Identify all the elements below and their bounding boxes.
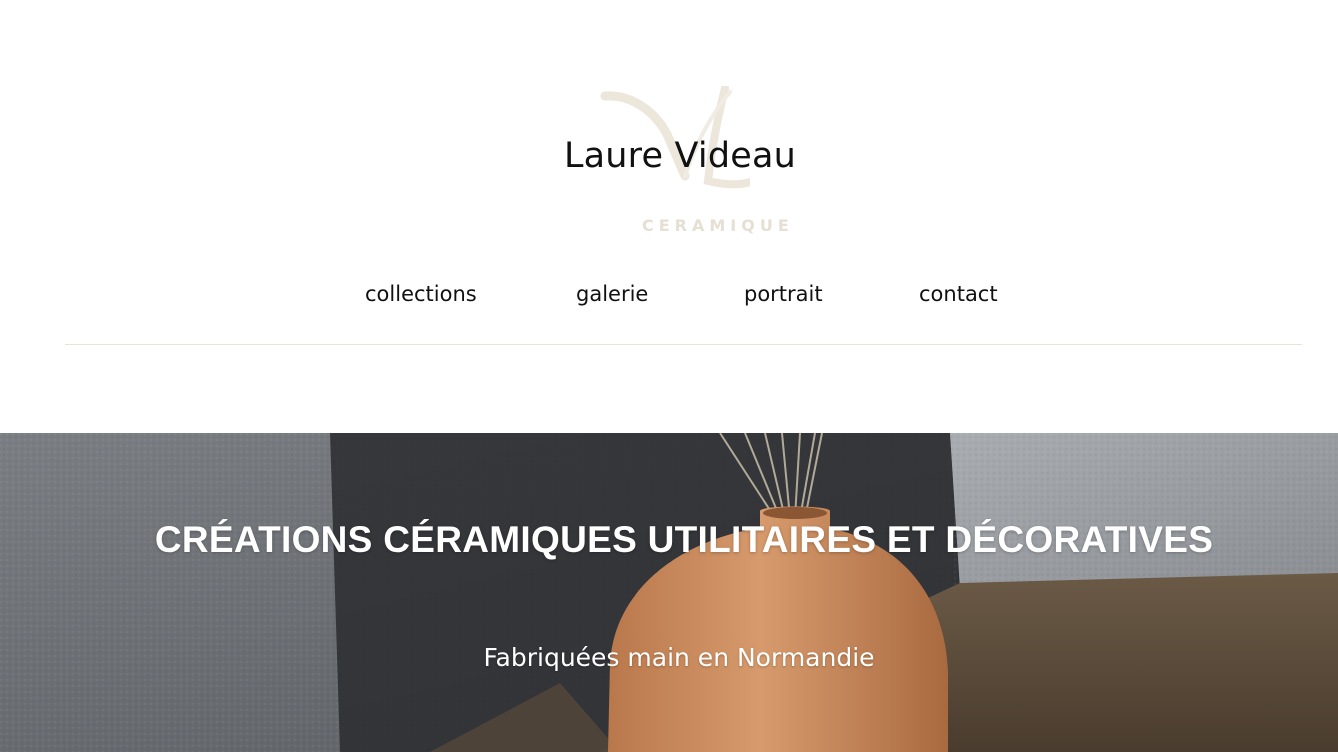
nav-item-galerie[interactable]: galerie: [576, 282, 648, 306]
site-logo[interactable]: Laure Videau CERAMIQUE: [560, 80, 800, 245]
site-header: Laure Videau CERAMIQUE collections galer…: [0, 0, 1338, 433]
nav-item-portrait[interactable]: portrait: [744, 282, 823, 306]
nav-item-collections[interactable]: collections: [365, 282, 477, 306]
nav-item-contact[interactable]: contact: [919, 282, 998, 306]
site-title: Laure Videau: [563, 136, 797, 176]
main-nav: collections galerie portrait contact: [0, 282, 1338, 318]
hero-banner: CRÉATIONS CÉRAMIQUES UTILITAIRES ET DÉCO…: [0, 433, 1338, 752]
hero-title: CRÉATIONS CÉRAMIQUES UTILITAIRES ET DÉCO…: [154, 519, 1214, 560]
site-subtitle: CERAMIQUE: [642, 216, 794, 235]
hero-subtitle: Fabriquées main en Normandie: [483, 643, 875, 672]
page: Laure Videau CERAMIQUE collections galer…: [0, 0, 1338, 752]
header-divider: [65, 344, 1302, 345]
hero-image: [0, 433, 1338, 752]
